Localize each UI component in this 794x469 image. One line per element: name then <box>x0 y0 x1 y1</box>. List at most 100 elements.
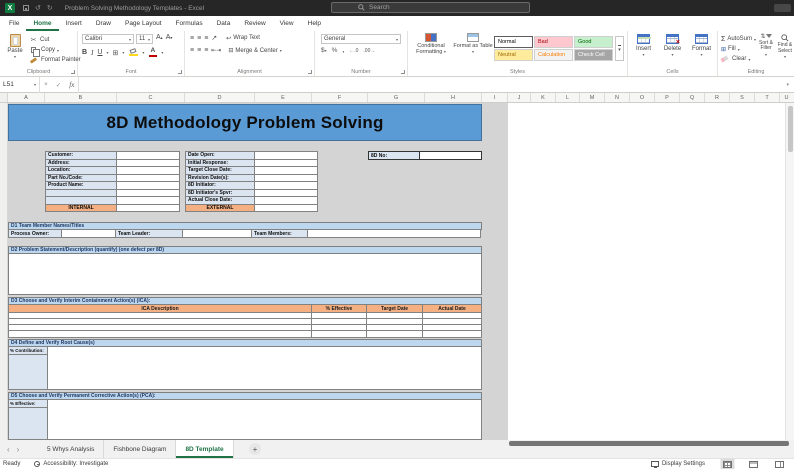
row-headers[interactable] <box>0 103 8 440</box>
field-value-cell[interactable] <box>254 203 318 212</box>
select-all-corner[interactable] <box>0 93 8 102</box>
wrap-text-button[interactable]: ↩ Wrap Text <box>226 35 260 42</box>
column-header[interactable]: C <box>117 93 185 102</box>
vertical-scrollbar-thumb[interactable] <box>788 106 793 152</box>
align-bottom-icon[interactable]: ≡ <box>204 35 208 42</box>
sheet-tab-8d-template[interactable]: 8D Template <box>176 440 234 458</box>
sort-filter-button[interactable]: ⇅ Sort & Filter ▾ <box>757 34 775 57</box>
percent-style-icon[interactable]: % <box>332 47 338 54</box>
bold-button[interactable]: B <box>82 49 87 56</box>
tab-home[interactable]: Home <box>26 16 58 31</box>
column-header[interactable]: G <box>368 93 425 102</box>
tab-page-layout[interactable]: Page Layout <box>118 16 169 31</box>
table-cell[interactable] <box>8 330 312 338</box>
column-header[interactable]: I <box>482 93 508 102</box>
align-center-icon[interactable]: ≡ <box>197 47 201 54</box>
underline-button[interactable]: U <box>97 49 102 56</box>
style-check-cell[interactable]: Check Cell <box>574 49 613 61</box>
styles-gallery-more-button[interactable]: ▾ <box>615 36 624 61</box>
tab-view[interactable]: View <box>273 16 301 31</box>
column-header[interactable]: J <box>508 93 531 102</box>
column-header[interactable]: M <box>580 93 605 102</box>
column-header[interactable]: U <box>780 93 793 102</box>
tab-insert[interactable]: Insert <box>59 16 89 31</box>
increase-font-icon[interactable]: A▴ <box>156 34 163 41</box>
decrease-font-icon[interactable]: A▾ <box>166 34 173 41</box>
vertical-scrollbar[interactable] <box>785 103 794 440</box>
sheet-tab-fishbone[interactable]: Fishbone Diagram <box>104 440 177 458</box>
column-header[interactable]: R <box>705 93 730 102</box>
align-top-icon[interactable]: ≡ <box>190 35 194 42</box>
copy-button[interactable]: Copy ▾ <box>29 45 81 57</box>
field-value-cell[interactable] <box>307 229 481 238</box>
column-header[interactable]: H <box>425 93 482 102</box>
find-select-button[interactable]: Find & Select ▾ <box>776 34 794 60</box>
column-header[interactable]: A <box>8 93 45 102</box>
table-cell[interactable] <box>422 330 482 338</box>
align-middle-icon[interactable]: ≡ <box>197 35 201 42</box>
d4-input-area[interactable] <box>47 346 482 390</box>
tab-data[interactable]: Data <box>210 16 238 31</box>
increase-decimal-icon[interactable]: ←.0 <box>349 48 358 54</box>
autosum-button[interactable]: Σ AutoSum ▾ <box>721 34 756 44</box>
cancel-icon[interactable]: × <box>40 81 52 88</box>
style-good[interactable]: Good <box>574 36 613 48</box>
sheet-tab-5-whys[interactable]: 5 Whys Analysis <box>38 440 105 458</box>
field-value-cell[interactable] <box>61 229 116 238</box>
tab-formulas[interactable]: Formulas <box>169 16 210 31</box>
accounting-format-icon[interactable]: $▾ <box>321 47 327 54</box>
column-header[interactable]: L <box>556 93 580 102</box>
conditional-formatting-button[interactable]: Conditional Formatting ▾ <box>410 33 452 69</box>
page-break-view-icon[interactable] <box>775 460 784 468</box>
next-sheet-icon[interactable]: › <box>17 445 20 454</box>
format-cells-button[interactable]: Format ▾ <box>688 34 715 57</box>
font-family-combo[interactable]: Calibri ▾ <box>82 34 134 44</box>
fill-color-icon[interactable] <box>128 47 138 57</box>
column-header[interactable]: S <box>730 93 755 102</box>
field-value-cell[interactable] <box>182 229 252 238</box>
titlebar-button[interactable] <box>774 4 791 12</box>
save-icon[interactable] <box>23 5 29 11</box>
style-neutral[interactable]: Neutral <box>494 49 533 61</box>
display-settings-button[interactable]: Display Settings <box>650 461 705 468</box>
field-value-cell[interactable] <box>419 151 482 160</box>
indent-icons[interactable]: ⇤⇥ <box>211 47 221 54</box>
undo-icon[interactable]: ↺ <box>35 4 41 12</box>
enter-check-icon[interactable]: ✓ <box>52 81 65 89</box>
format-as-table-button[interactable]: Format as Table ▾ <box>452 33 494 69</box>
column-header[interactable]: O <box>630 93 655 102</box>
style-bad[interactable]: Bad <box>534 36 573 48</box>
style-normal[interactable]: Normal <box>494 36 533 48</box>
field-value-cell[interactable] <box>116 203 180 212</box>
merge-center-button[interactable]: ⊟ Merge & Center ▾ <box>228 47 281 55</box>
borders-icon[interactable]: ⊞ <box>112 49 118 57</box>
d2-input-area[interactable] <box>8 253 482 295</box>
column-header[interactable]: B <box>45 93 117 102</box>
normal-view-icon[interactable] <box>723 460 732 468</box>
cut-button[interactable]: ✂ Cut <box>29 35 81 45</box>
insert-function-icon[interactable]: fx <box>65 81 78 89</box>
paste-button[interactable]: Paste ▾ <box>3 33 27 69</box>
font-size-combo[interactable]: 11 ▾ <box>136 34 153 44</box>
horizontal-scrollbar-thumb[interactable] <box>509 441 789 446</box>
tab-file[interactable]: File <box>2 16 26 31</box>
expand-formula-bar-icon[interactable]: ▾ <box>786 82 789 88</box>
italic-button[interactable]: I <box>91 49 93 57</box>
column-header[interactable]: E <box>255 93 312 102</box>
number-format-combo[interactable]: General ▾ <box>321 34 401 44</box>
search-box[interactable]: Search <box>331 2 530 13</box>
number-dialog-launcher-icon[interactable] <box>401 70 405 74</box>
new-sheet-button[interactable]: + <box>249 443 261 455</box>
font-dialog-launcher-icon[interactable] <box>178 70 182 74</box>
align-left-icon[interactable]: ≡ <box>190 47 194 54</box>
column-header[interactable]: N <box>605 93 630 102</box>
decrease-decimal-icon[interactable]: .00→ <box>363 48 375 54</box>
tab-draw[interactable]: Draw <box>89 16 118 31</box>
clear-button[interactable]: Clear ▾ <box>720 54 756 64</box>
style-calculation[interactable]: Calculation <box>534 49 573 61</box>
column-header[interactable]: P <box>655 93 680 102</box>
formula-input[interactable] <box>78 76 786 93</box>
name-box[interactable]: L51 ▾ <box>0 76 40 93</box>
font-color-icon[interactable]: A <box>148 47 157 58</box>
column-header[interactable]: T <box>755 93 780 102</box>
